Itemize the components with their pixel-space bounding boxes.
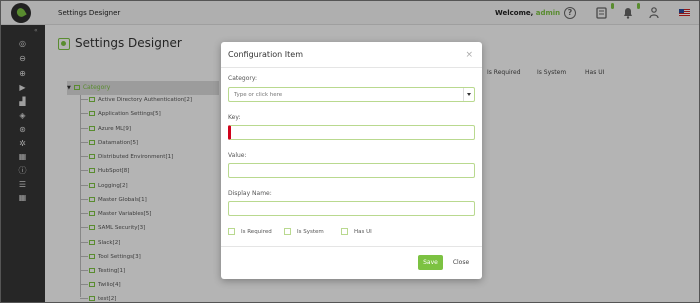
has-ui-label: Has UI: [354, 229, 372, 235]
close-button[interactable]: Close: [450, 255, 472, 270]
modal-title: Configuration Item: [228, 50, 304, 59]
close-icon[interactable]: ×: [465, 50, 473, 60]
chevron-down-icon[interactable]: [463, 88, 474, 101]
app-window: Settings Designer Welcome, admin ? « ◎ ⊖…: [0, 0, 700, 303]
has-ui-checkbox[interactable]: Has UI: [341, 228, 372, 235]
key-input[interactable]: [228, 125, 475, 140]
key-label: Key:: [228, 114, 241, 121]
checkbox-box[interactable]: [341, 228, 348, 235]
checkbox-box[interactable]: [228, 228, 235, 235]
category-dropdown[interactable]: Type or click here: [228, 87, 475, 102]
divider: [221, 67, 482, 68]
is-required-label: Is Required: [241, 229, 272, 235]
category-label: Category:: [228, 75, 257, 82]
is-system-label: Is System: [297, 229, 324, 235]
is-required-checkbox[interactable]: Is Required: [228, 228, 272, 235]
display-name-label: Display Name:: [228, 190, 272, 197]
is-system-checkbox[interactable]: Is System: [284, 228, 324, 235]
value-label: Value:: [228, 152, 247, 159]
configuration-item-modal: Configuration Item × Category: Type or c…: [221, 42, 482, 279]
save-button[interactable]: Save: [418, 255, 443, 270]
divider: [221, 246, 482, 247]
value-input[interactable]: [228, 163, 475, 178]
category-placeholder: Type or click here: [234, 92, 283, 98]
display-name-input[interactable]: [228, 201, 475, 216]
checkbox-box[interactable]: [284, 228, 291, 235]
